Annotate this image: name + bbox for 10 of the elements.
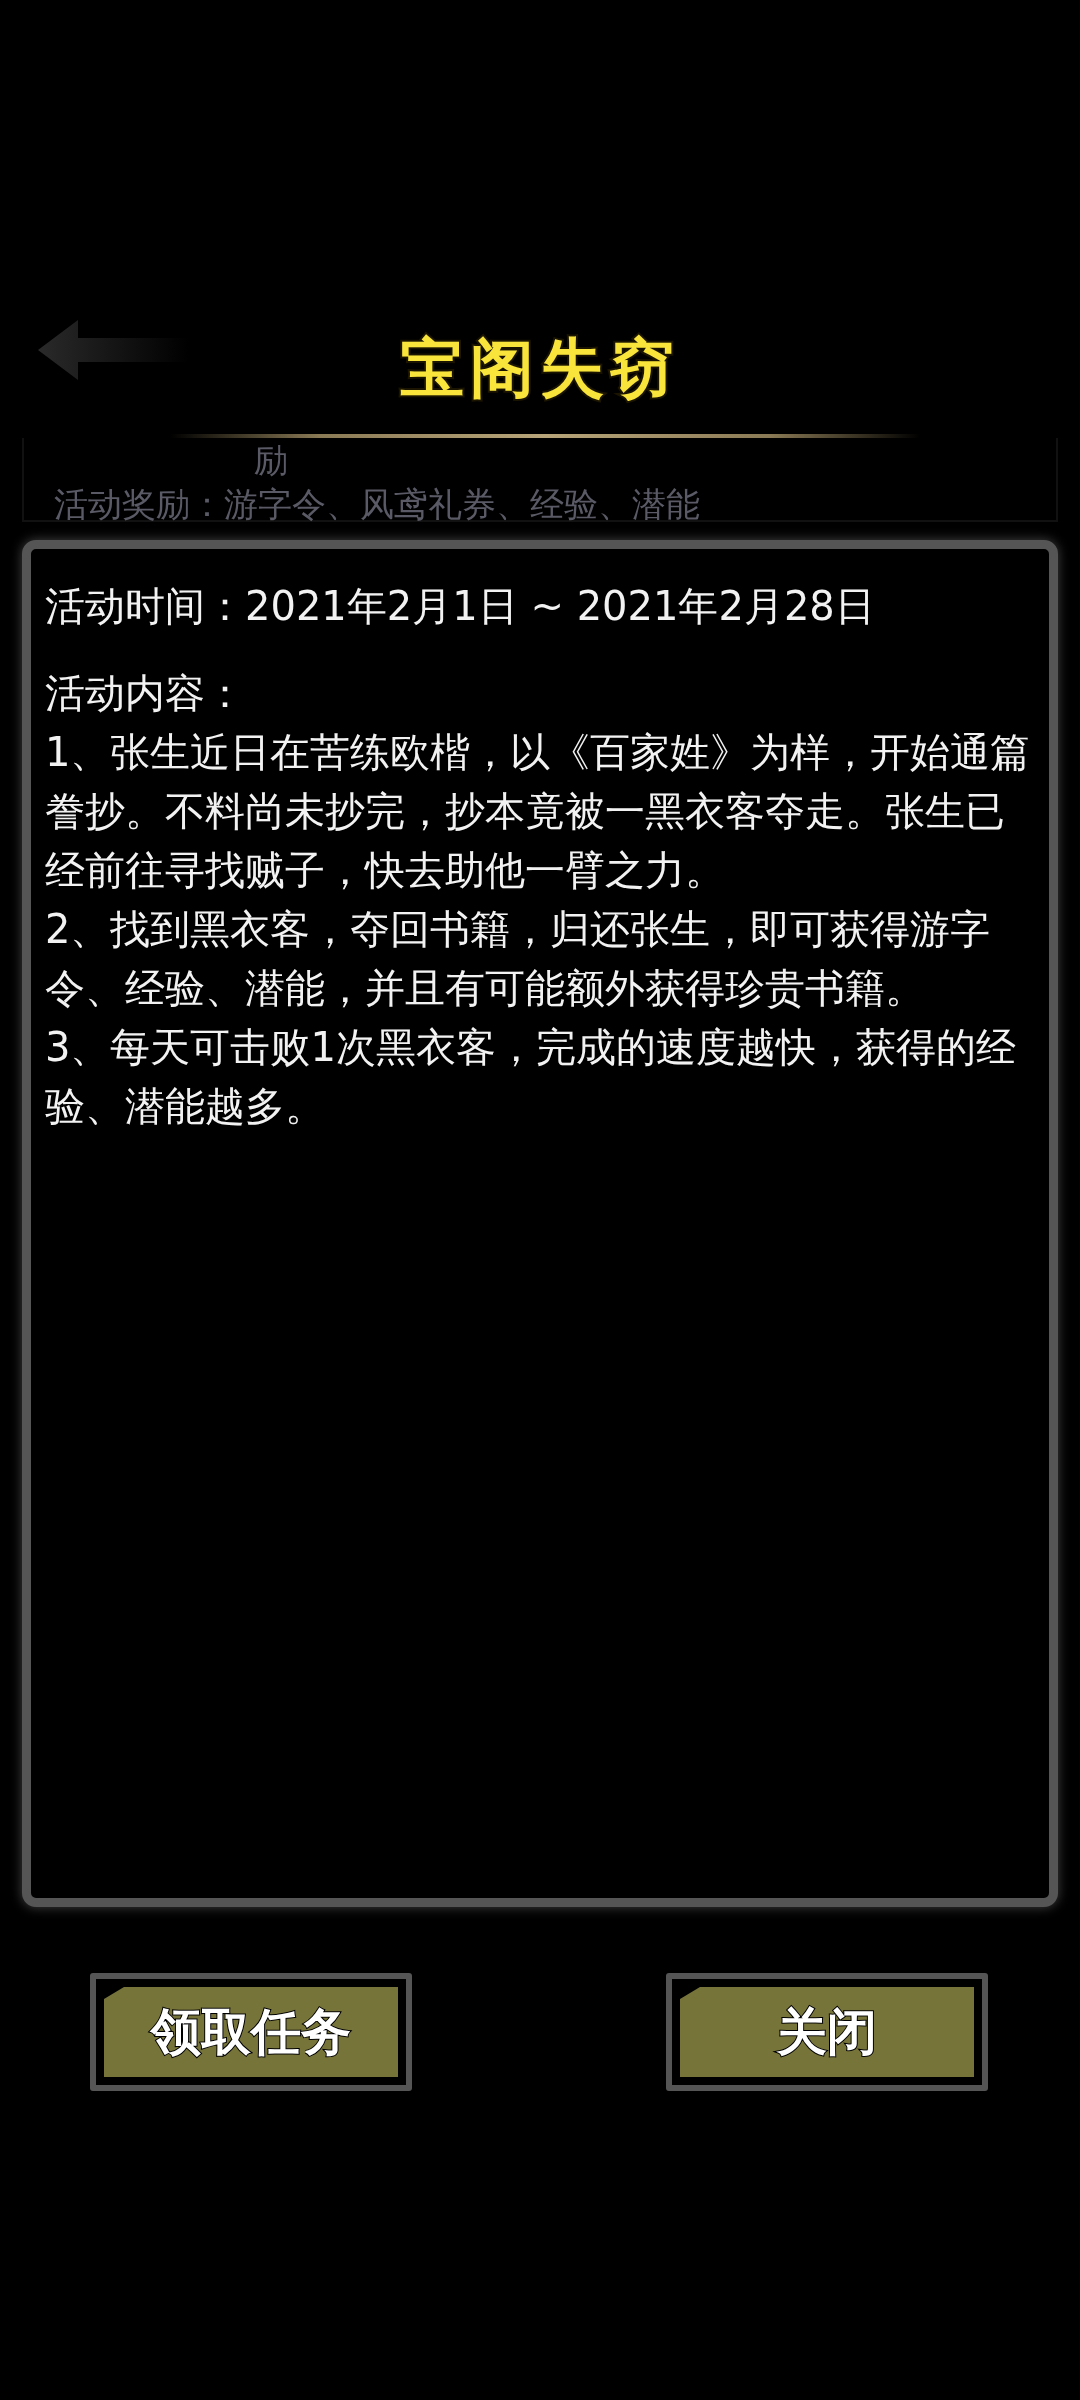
content-item: 1、张生近日在苦练欧楷，以《百家姓》为样，开始通篇誊抄。不料尚未抄完，抄本竟被一黑衣客夺走。张生已经前往寻找贼子，快去助他一臂之力。 bbox=[45, 728, 1032, 895]
background-text: 活动奖励：游字令、风鸢礼券、经验、潜能 bbox=[54, 483, 701, 526]
event-time-text: 活动时间：2021年2月1日 ~ 2021年2月28日 bbox=[45, 582, 876, 631]
background-text: 励 bbox=[253, 439, 289, 482]
content-item: 2、找到黑衣客，夺回书籍，归还张生，即可获得游字令、经验、潜能，并且有可能额外获得珍贵书籍。 bbox=[45, 905, 992, 1013]
action-button[interactable]: 关闭 bbox=[666, 1973, 988, 2091]
content-heading: 活动内容： bbox=[45, 669, 246, 718]
dialog-title: 宝阁失窃 bbox=[400, 330, 680, 405]
content-item: 3、每天可击败1次黑衣客，完成的速度越快，获得的经验、潜能越多。 bbox=[45, 1023, 1017, 1131]
action-button[interactable]: 领取任务 bbox=[90, 1973, 412, 2091]
